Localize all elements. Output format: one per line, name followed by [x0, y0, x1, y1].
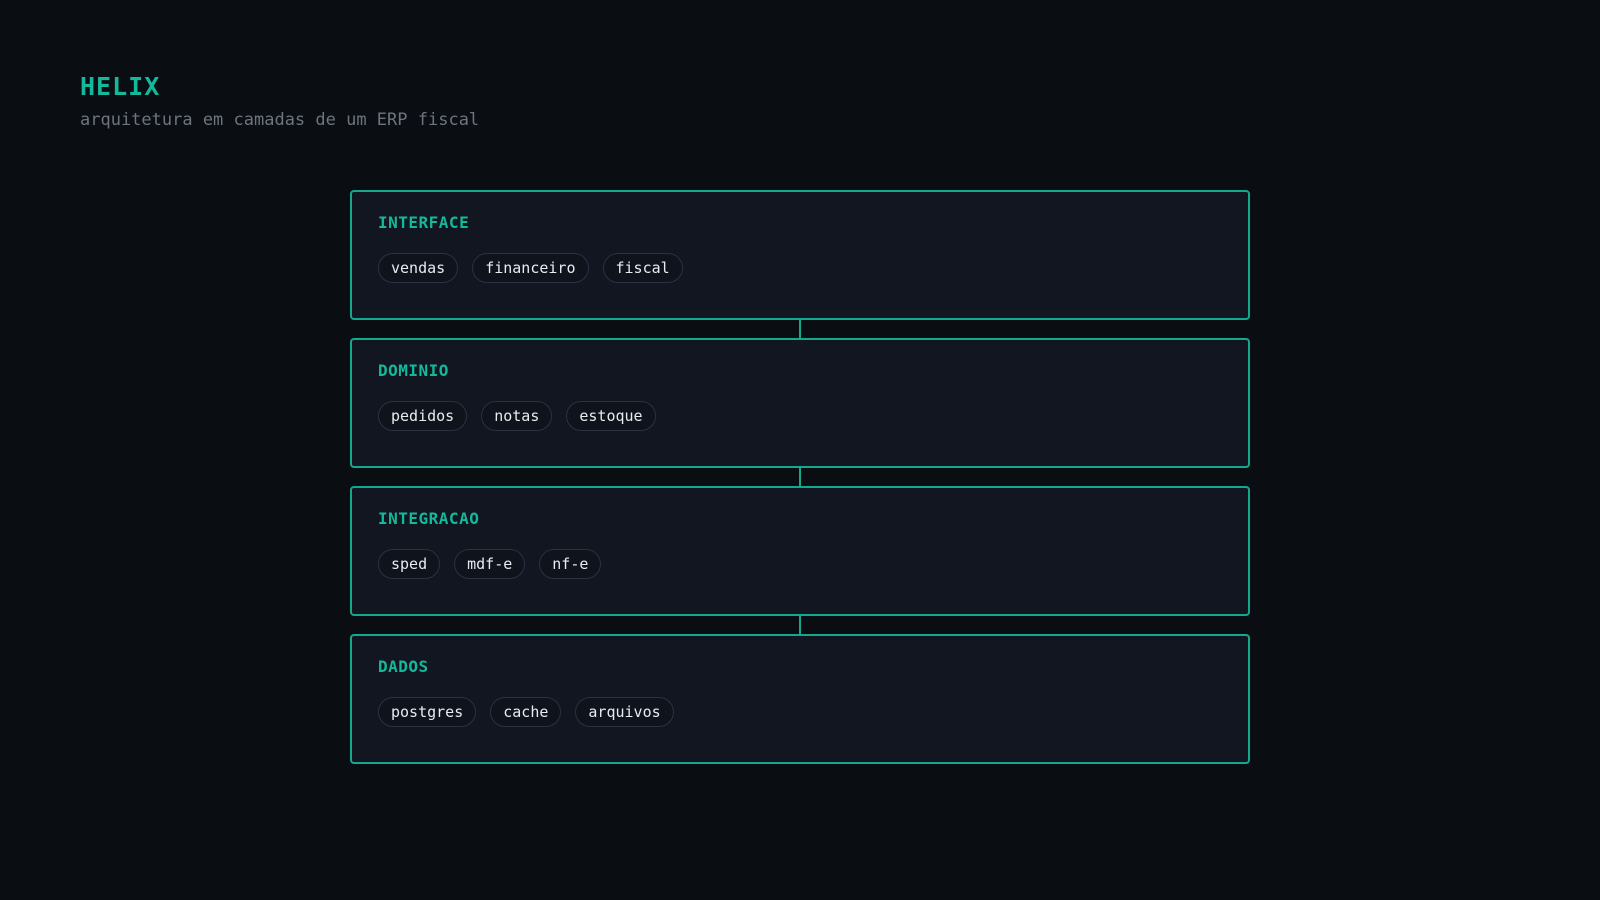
layer-name: DADOS — [378, 657, 429, 676]
chip-arquivos: arquivos — [575, 697, 674, 727]
page-title: HELIX — [80, 72, 161, 101]
chip-sped: sped — [378, 549, 441, 579]
layer-dominio: DOMINIO pedidos notas estoque — [350, 338, 1250, 468]
layer-integracao: INTEGRACAO sped mdf-e nf-e — [350, 486, 1250, 616]
layer-chips: postgres cache arquivos — [378, 697, 1222, 727]
layer-chips: sped mdf-e nf-e — [378, 549, 1222, 579]
connector-line — [799, 468, 801, 486]
chip-vendas: vendas — [378, 253, 459, 283]
chip-fiscal: fiscal — [602, 253, 683, 283]
header: HELIX arquitetura em camadas de um ERP f… — [80, 70, 479, 132]
layer-name: INTERFACE — [378, 213, 470, 232]
page-subtitle: arquitetura em camadas de um ERP fiscal — [80, 110, 480, 130]
chip-financeiro: financeiro — [472, 253, 589, 283]
layer-name: DOMINIO — [378, 361, 449, 380]
chip-estoque: estoque — [566, 401, 656, 431]
layer-name: INTEGRACAO — [378, 509, 480, 528]
connector-line — [799, 616, 801, 634]
chip-mdf-e: mdf-e — [454, 549, 526, 579]
layer-interface: INTERFACE vendas financeiro fiscal — [350, 190, 1250, 320]
layer-stack: INTERFACE vendas financeiro fiscal DOMIN… — [350, 190, 1250, 764]
chip-notas: notas — [481, 401, 553, 431]
layer-chips: vendas financeiro fiscal — [378, 253, 1222, 283]
chip-cache: cache — [490, 697, 562, 727]
connector-line — [799, 320, 801, 338]
chip-nf-e: nf-e — [539, 549, 602, 579]
layer-dados: DADOS postgres cache arquivos — [350, 634, 1250, 764]
layer-chips: pedidos notas estoque — [378, 401, 1222, 431]
chip-pedidos: pedidos — [378, 401, 468, 431]
chip-postgres: postgres — [378, 697, 477, 727]
